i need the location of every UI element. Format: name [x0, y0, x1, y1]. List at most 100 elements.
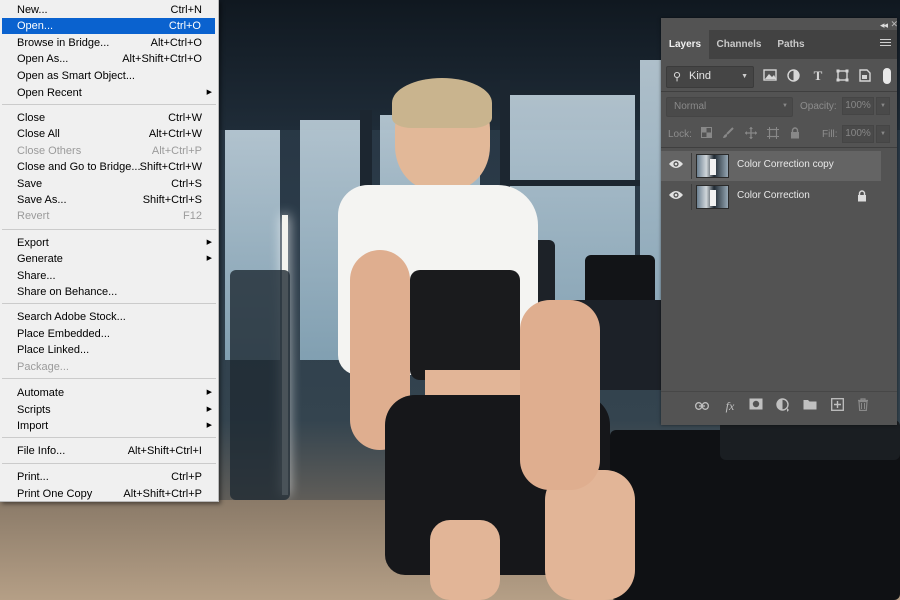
menu-item-shortcut: Alt+Shift+Ctrl+O	[122, 53, 202, 65]
link-layers-icon[interactable]	[694, 398, 710, 414]
menu-item-label: Open As...	[17, 53, 69, 65]
menu-item-close-and-go-to-bridge[interactable]: Close and Go to Bridge... Shift+Ctrl+W	[0, 159, 218, 175]
new-group-folder-icon[interactable]	[802, 398, 818, 414]
menu-item-label: Export	[17, 237, 49, 249]
layer-thumbnail[interactable]	[696, 154, 729, 178]
menu-item-label: Print One Copy	[17, 488, 93, 500]
menu-item-label: Close Others	[17, 145, 82, 157]
add-mask-icon[interactable]	[748, 398, 764, 414]
submenu-arrow-icon: ▶	[206, 89, 212, 96]
menu-item-place-linked[interactable]: Place Linked...	[0, 342, 218, 358]
menu-item-open-as[interactable]: Open As... Alt+Shift+Ctrl+O	[0, 51, 218, 67]
menu-item-save[interactable]: Save Ctrl+S	[0, 176, 218, 192]
panel-menu-icon[interactable]	[880, 37, 891, 48]
menu-item-close-all[interactable]: Close All Alt+Ctrl+W	[0, 126, 218, 142]
fill-input[interactable]: 100%	[842, 125, 874, 143]
filter-toggle-switch[interactable]	[883, 68, 891, 84]
lock-artboard-icon[interactable]	[766, 127, 780, 141]
filter-adjustment-layers-icon[interactable]	[785, 69, 801, 83]
menu-item-automate[interactable]: Automate ▶	[0, 385, 218, 401]
filter-smart-objects-icon[interactable]	[857, 69, 873, 83]
menu-item-label: Generate	[17, 253, 63, 265]
menu-item-print-one-copy[interactable]: Print One Copy Alt+Shift+Ctrl+P	[0, 486, 218, 502]
filter-shape-layers-icon[interactable]	[834, 69, 850, 83]
menu-item-label: Save As...	[17, 194, 67, 206]
menu-item-browse-in-bridge[interactable]: Browse in Bridge... Alt+Ctrl+O	[0, 35, 218, 51]
submenu-arrow-icon: ▶	[206, 239, 212, 246]
menu-item-scripts[interactable]: Scripts ▶	[0, 402, 218, 418]
menu-separator	[2, 229, 216, 230]
close-panel-icon[interactable]: ✕	[890, 19, 898, 30]
menu-item-label: Package...	[17, 361, 69, 373]
layers-panel: ◂◂ ✕ Layers Channels Paths ⚲ Kind ▼ T No…	[661, 18, 898, 425]
menu-item-generate[interactable]: Generate ▶	[0, 251, 218, 267]
opacity-dropdown-icon[interactable]: ▼	[876, 97, 890, 115]
menu-item-label: Close All	[17, 128, 60, 140]
new-adjustment-layer-icon[interactable]	[775, 398, 791, 414]
tab-paths[interactable]: Paths	[769, 30, 813, 59]
submenu-arrow-icon: ▶	[206, 406, 212, 413]
blend-mode-value: Normal	[674, 101, 707, 112]
menu-item-place-embedded[interactable]: Place Embedded...	[0, 326, 218, 342]
menu-item-file-info[interactable]: File Info... Alt+Shift+Ctrl+I	[0, 443, 218, 459]
menu-item-label: Open Recent	[17, 87, 82, 99]
menu-item-import[interactable]: Import ▶	[0, 418, 218, 434]
panel-tab-bar: Layers Channels Paths	[661, 30, 897, 59]
menu-item-shortcut: Ctrl+N	[170, 4, 202, 16]
chevron-down-icon: ▼	[782, 103, 788, 109]
menu-item-shortcut: Alt+Ctrl+W	[148, 128, 202, 140]
menu-item-shortcut: Ctrl+O	[168, 20, 201, 32]
lock-transparent-pixels-icon[interactable]	[699, 127, 713, 141]
layer-visibility-eye-icon[interactable]	[668, 158, 684, 172]
menu-item-open-as-smart-object[interactable]: Open as Smart Object...	[0, 68, 218, 84]
tab-layers[interactable]: Layers	[661, 30, 709, 59]
chevron-down-icon: ▼	[741, 73, 748, 80]
menu-item-shortcut: Ctrl+W	[168, 112, 202, 124]
menu-item-close-others[interactable]: Close Others Alt+Ctrl+P	[0, 143, 218, 159]
fill-label: Fill:	[822, 129, 838, 140]
submenu-arrow-icon: ▶	[206, 389, 212, 396]
tab-channels[interactable]: Channels	[709, 30, 769, 59]
menu-item-shortcut: Alt+Shift+Ctrl+P	[123, 488, 202, 500]
menu-item-revert[interactable]: Revert F12	[0, 208, 218, 224]
menu-item-share[interactable]: Share...	[0, 268, 218, 284]
delete-layer-trash-icon[interactable]	[855, 398, 871, 414]
opacity-input[interactable]: 100%	[842, 97, 874, 115]
menu-item-export[interactable]: Export ▶	[0, 235, 218, 251]
menu-separator	[2, 437, 216, 438]
layer-thumbnail[interactable]	[696, 185, 729, 209]
lock-all-icon[interactable]	[788, 127, 802, 141]
menu-item-package[interactable]: Package...	[0, 359, 218, 375]
menu-item-print[interactable]: Print... Ctrl+P	[0, 469, 218, 485]
menu-item-label: Search Adobe Stock...	[17, 311, 126, 323]
menu-item-label: Save	[17, 178, 43, 190]
layer-style-fx-icon[interactable]: fx	[722, 398, 738, 414]
menu-item-new[interactable]: New... Ctrl+N	[0, 2, 218, 18]
lock-label: Lock:	[668, 129, 692, 140]
blend-mode-select[interactable]: Normal ▼	[666, 97, 793, 117]
lock-image-pixels-icon[interactable]	[721, 127, 735, 141]
menu-item-shortcut: Shift+Ctrl+S	[142, 194, 202, 206]
layer-row[interactable]: Color Correction copy	[661, 151, 881, 181]
layer-name[interactable]: Color Correction	[737, 190, 810, 201]
layer-row[interactable]: Color Correction	[661, 182, 881, 212]
lock-position-icon[interactable]	[744, 127, 758, 141]
menu-item-save-as[interactable]: Save As... Shift+Ctrl+S	[0, 192, 218, 208]
menu-item-open-recent[interactable]: Open Recent ▶	[0, 85, 218, 101]
fill-dropdown-icon[interactable]: ▼	[876, 125, 890, 143]
layer-visibility-eye-icon[interactable]	[668, 189, 684, 203]
menu-item-share-on-behance[interactable]: Share on Behance...	[0, 284, 218, 300]
menu-item-label: Automate	[17, 387, 65, 399]
menu-item-search-adobe-stock[interactable]: Search Adobe Stock...	[0, 309, 218, 325]
menu-item-label: File Info...	[17, 445, 66, 457]
menu-item-close[interactable]: Close Ctrl+W	[0, 110, 218, 126]
filter-type-layers-icon[interactable]: T	[810, 69, 826, 83]
filter-pixel-layers-icon[interactable]	[762, 69, 778, 83]
menu-item-label: Place Embedded...	[17, 328, 110, 340]
menu-item-label: Place Linked...	[17, 344, 90, 356]
menu-item-label: New...	[17, 4, 48, 16]
menu-item-open[interactable]: Open... Ctrl+O	[2, 18, 215, 34]
layer-name[interactable]: Color Correction copy	[737, 159, 834, 170]
new-layer-icon[interactable]	[829, 398, 845, 414]
filter-kind-select[interactable]: ⚲ Kind ▼	[666, 66, 754, 88]
